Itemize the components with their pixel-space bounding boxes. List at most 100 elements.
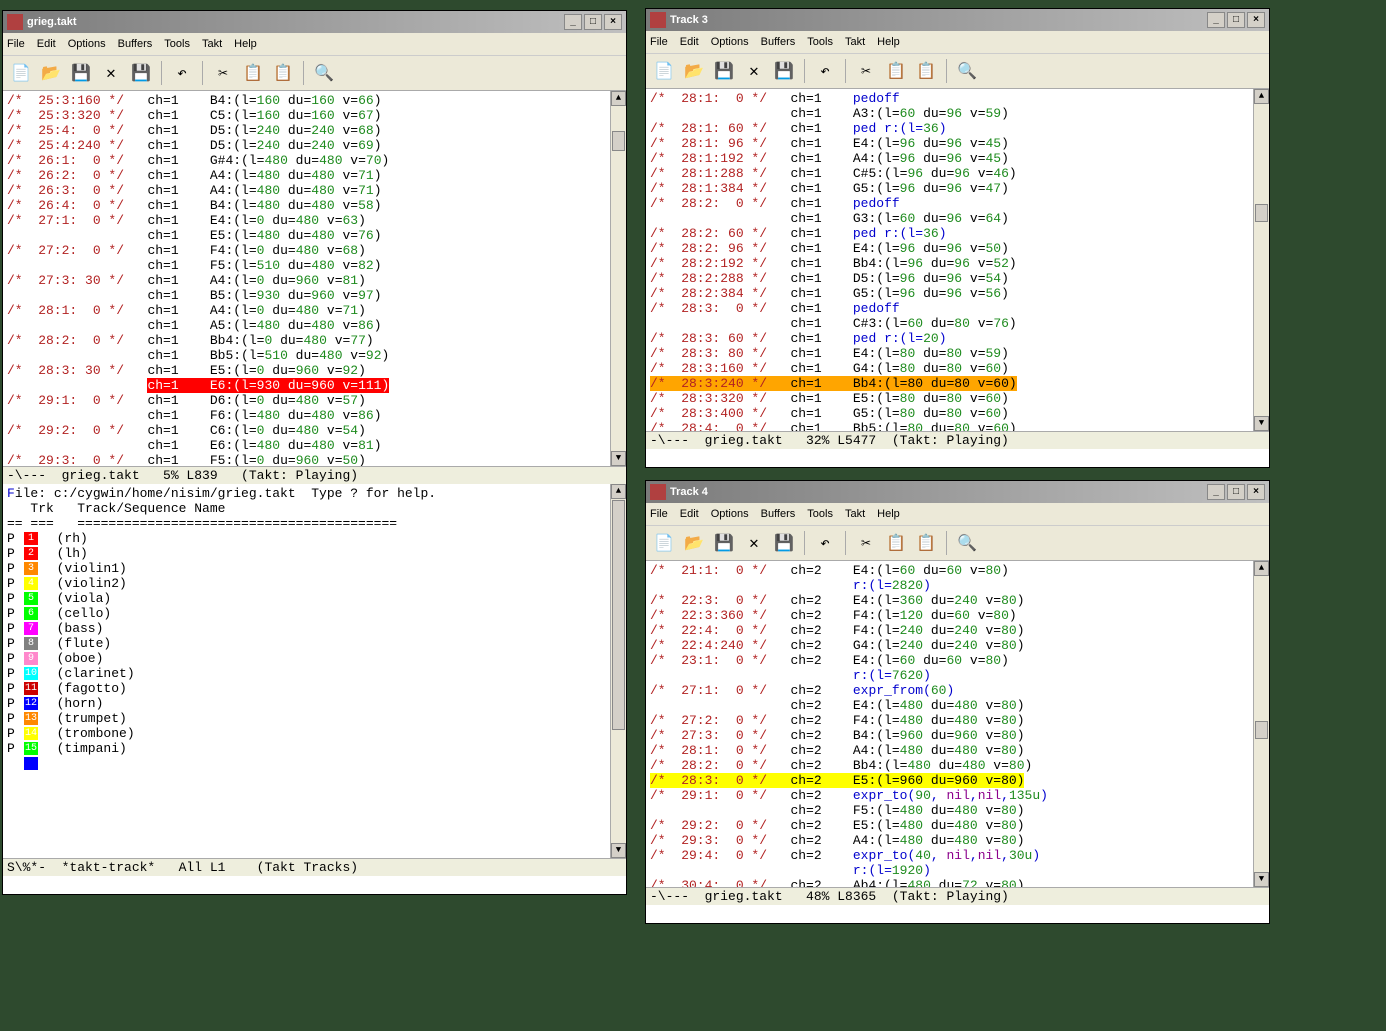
menu-takt[interactable]: Takt xyxy=(845,508,865,520)
code-line[interactable]: ch=1 F5:(l=510 du=480 v=82) xyxy=(7,258,606,273)
minimize-button[interactable]: _ xyxy=(1207,12,1225,28)
minimize-button[interactable]: _ xyxy=(564,14,582,30)
open-file-icon[interactable]: 📂 xyxy=(37,59,65,87)
scroll-up-button[interactable]: ▲ xyxy=(611,484,626,499)
code-line[interactable]: ch=2 E4:(l=480 du=480 v=80) xyxy=(650,698,1249,713)
code-line[interactable]: r:(l=2820) xyxy=(650,578,1249,593)
code-line[interactable]: /* 25:3:320 */ ch=1 C5:(l=160 du=160 v=6… xyxy=(7,108,606,123)
new-file-icon[interactable]: 📄 xyxy=(650,529,678,557)
code-line[interactable]: /* 25:4: 0 */ ch=1 D5:(l=240 du=240 v=68… xyxy=(7,123,606,138)
titlebar[interactable]: Track 3 _ □ × xyxy=(646,9,1269,31)
code-line[interactable]: /* 29:3: 0 */ ch=2 A4:(l=480 du=480 v=80… xyxy=(650,833,1249,848)
scroll-down-button[interactable]: ▼ xyxy=(611,843,626,858)
code-line[interactable]: /* 26:4: 0 */ ch=1 B4:(l=480 du=480 v=58… xyxy=(7,198,606,213)
close-icon[interactable]: ✕ xyxy=(97,59,125,87)
scroll-up-button[interactable]: ▲ xyxy=(611,91,626,106)
track-row[interactable]: P9 (oboe) xyxy=(7,651,606,666)
scroll-thumb[interactable] xyxy=(1255,204,1268,222)
code-line[interactable]: /* 27:1: 0 */ ch=1 E4:(l=0 du=480 v=63) xyxy=(7,213,606,228)
menu-file[interactable]: File xyxy=(650,36,668,48)
track-row[interactable]: P10 (clarinet) xyxy=(7,666,606,681)
vertical-scrollbar[interactable]: ▲ ▼ xyxy=(1253,561,1269,887)
menu-buffers[interactable]: Buffers xyxy=(761,508,796,520)
save-icon[interactable]: 💾 xyxy=(710,529,738,557)
code-line[interactable]: /* 28:1: 0 */ ch=1 pedoff xyxy=(650,91,1249,106)
code-line[interactable]: /* 27:3: 30 */ ch=1 A4:(l=0 du=960 v=81) xyxy=(7,273,606,288)
code-line[interactable]: /* 28:3:160 */ ch=1 G4:(l=80 du=80 v=60) xyxy=(650,361,1249,376)
code-line[interactable]: /* 28:3: 30 */ ch=1 E5:(l=0 du=960 v=92) xyxy=(7,363,606,378)
code-line[interactable]: ch=1 F6:(l=480 du=480 v=86) xyxy=(7,408,606,423)
cut-icon[interactable]: ✂ xyxy=(852,57,880,85)
menu-help[interactable]: Help xyxy=(877,508,900,520)
minibuffer[interactable] xyxy=(3,876,626,894)
code-line[interactable]: /* 21:1: 0 */ ch=2 E4:(l=60 du=60 v=80) xyxy=(650,563,1249,578)
track-row[interactable]: P3 (violin1) xyxy=(7,561,606,576)
close-button[interactable]: × xyxy=(1247,12,1265,28)
menu-tools[interactable]: Tools xyxy=(807,36,833,48)
scroll-down-button[interactable]: ▼ xyxy=(1254,416,1269,431)
code-line[interactable]: /* 28:1: 96 */ ch=1 E4:(l=96 du=96 v=45) xyxy=(650,136,1249,151)
saveas-icon[interactable]: 💾 xyxy=(770,57,798,85)
code-line[interactable]: /* 28:3: 80 */ ch=1 E4:(l=80 du=80 v=59) xyxy=(650,346,1249,361)
code-line[interactable]: /* 22:4: 0 */ ch=2 F4:(l=240 du=240 v=80… xyxy=(650,623,1249,638)
code-line[interactable]: /* 30:4: 0 */ ch=2 Ab4:(l=480 du=72 v=80… xyxy=(650,878,1249,887)
code-line[interactable]: /* 28:2: 96 */ ch=1 E4:(l=96 du=96 v=50) xyxy=(650,241,1249,256)
undo-icon[interactable]: ↶ xyxy=(811,529,839,557)
undo-icon[interactable]: ↶ xyxy=(811,57,839,85)
track-row[interactable]: P4 (violin2) xyxy=(7,576,606,591)
menu-tools[interactable]: Tools xyxy=(164,38,190,50)
code-line[interactable]: /* 28:1:288 */ ch=1 C#5:(l=96 du=96 v=46… xyxy=(650,166,1249,181)
menu-help[interactable]: Help xyxy=(877,36,900,48)
vertical-scrollbar[interactable]: ▲ ▼ xyxy=(610,91,626,466)
new-file-icon[interactable]: 📄 xyxy=(650,57,678,85)
code-line[interactable]: /* 28:2: 60 */ ch=1 ped r:(l=36) xyxy=(650,226,1249,241)
track-row[interactable]: P5 (viola) xyxy=(7,591,606,606)
code-line[interactable]: /* 29:3: 0 */ ch=1 F5:(l=0 du=960 v=50) xyxy=(7,453,606,466)
cut-icon[interactable]: ✂ xyxy=(209,59,237,87)
maximize-button[interactable]: □ xyxy=(1227,12,1245,28)
menu-options[interactable]: Options xyxy=(711,508,749,520)
track-row[interactable]: P13 (trumpet) xyxy=(7,711,606,726)
code-line[interactable]: /* 29:1: 0 */ ch=2 expr_to(90, nil,nil,1… xyxy=(650,788,1249,803)
code-line[interactable]: /* 28:2:192 */ ch=1 Bb4:(l=96 du=96 v=52… xyxy=(650,256,1249,271)
menu-buffers[interactable]: Buffers xyxy=(761,36,796,48)
titlebar[interactable]: Track 4 _ □ × xyxy=(646,481,1269,503)
code-line[interactable]: /* 28:2: 0 */ ch=1 Bb4:(l=0 du=480 v=77) xyxy=(7,333,606,348)
saveas-icon[interactable]: 💾 xyxy=(127,59,155,87)
menu-file[interactable]: File xyxy=(7,38,25,50)
code-line[interactable]: /* 26:2: 0 */ ch=1 A4:(l=480 du=480 v=71… xyxy=(7,168,606,183)
menu-buffers[interactable]: Buffers xyxy=(118,38,153,50)
scroll-down-button[interactable]: ▼ xyxy=(1254,872,1269,887)
code-area[interactable]: /* 25:3:160 */ ch=1 B4:(l=160 du=160 v=6… xyxy=(3,91,610,466)
code-line[interactable]: /* 28:2:384 */ ch=1 G5:(l=96 du=96 v=56) xyxy=(650,286,1249,301)
scroll-thumb[interactable] xyxy=(612,500,625,730)
paste-icon[interactable]: 📋 xyxy=(269,59,297,87)
find-icon[interactable]: 🔍 xyxy=(953,529,981,557)
saveas-icon[interactable]: 💾 xyxy=(770,529,798,557)
code-line[interactable]: /* 28:3:400 */ ch=1 G5:(l=80 du=80 v=60) xyxy=(650,406,1249,421)
code-line[interactable]: /* 29:2: 0 */ ch=1 C6:(l=0 du=480 v=54) xyxy=(7,423,606,438)
code-line[interactable]: ch=2 F5:(l=480 du=480 v=80) xyxy=(650,803,1249,818)
new-file-icon[interactable]: 📄 xyxy=(7,59,35,87)
code-line[interactable]: /* 29:2: 0 */ ch=2 E5:(l=480 du=480 v=80… xyxy=(650,818,1249,833)
code-line[interactable]: /* 28:3: 0 */ ch=1 pedoff xyxy=(650,301,1249,316)
menu-edit[interactable]: Edit xyxy=(37,38,56,50)
track-row[interactable]: P11 (fagotto) xyxy=(7,681,606,696)
track-row[interactable]: P8 (flute) xyxy=(7,636,606,651)
paste-icon[interactable]: 📋 xyxy=(912,529,940,557)
menu-edit[interactable]: Edit xyxy=(680,36,699,48)
code-line[interactable]: /* 26:3: 0 */ ch=1 A4:(l=480 du=480 v=71… xyxy=(7,183,606,198)
code-line[interactable]: ch=1 E6:(l=480 du=480 v=81) xyxy=(7,438,606,453)
menu-help[interactable]: Help xyxy=(234,38,257,50)
maximize-button[interactable]: □ xyxy=(584,14,602,30)
scroll-thumb[interactable] xyxy=(612,131,625,151)
code-line[interactable]: /* 22:3:360 */ ch=2 F4:(l=120 du=60 v=80… xyxy=(650,608,1249,623)
code-line[interactable]: /* 28:3:240 */ ch=1 Bb4:(l=80 du=80 v=60… xyxy=(650,376,1249,391)
code-line[interactable]: /* 27:1: 0 */ ch=2 expr_from(60) xyxy=(650,683,1249,698)
code-line[interactable]: /* 28:1: 60 */ ch=1 ped r:(l=36) xyxy=(650,121,1249,136)
code-line[interactable]: ch=1 Bb5:(l=510 du=480 v=92) xyxy=(7,348,606,363)
code-line[interactable]: /* 22:3: 0 */ ch=2 E4:(l=360 du=240 v=80… xyxy=(650,593,1249,608)
code-line[interactable]: /* 28:2: 0 */ ch=1 pedoff xyxy=(650,196,1249,211)
find-icon[interactable]: 🔍 xyxy=(310,59,338,87)
scroll-up-button[interactable]: ▲ xyxy=(1254,89,1269,104)
